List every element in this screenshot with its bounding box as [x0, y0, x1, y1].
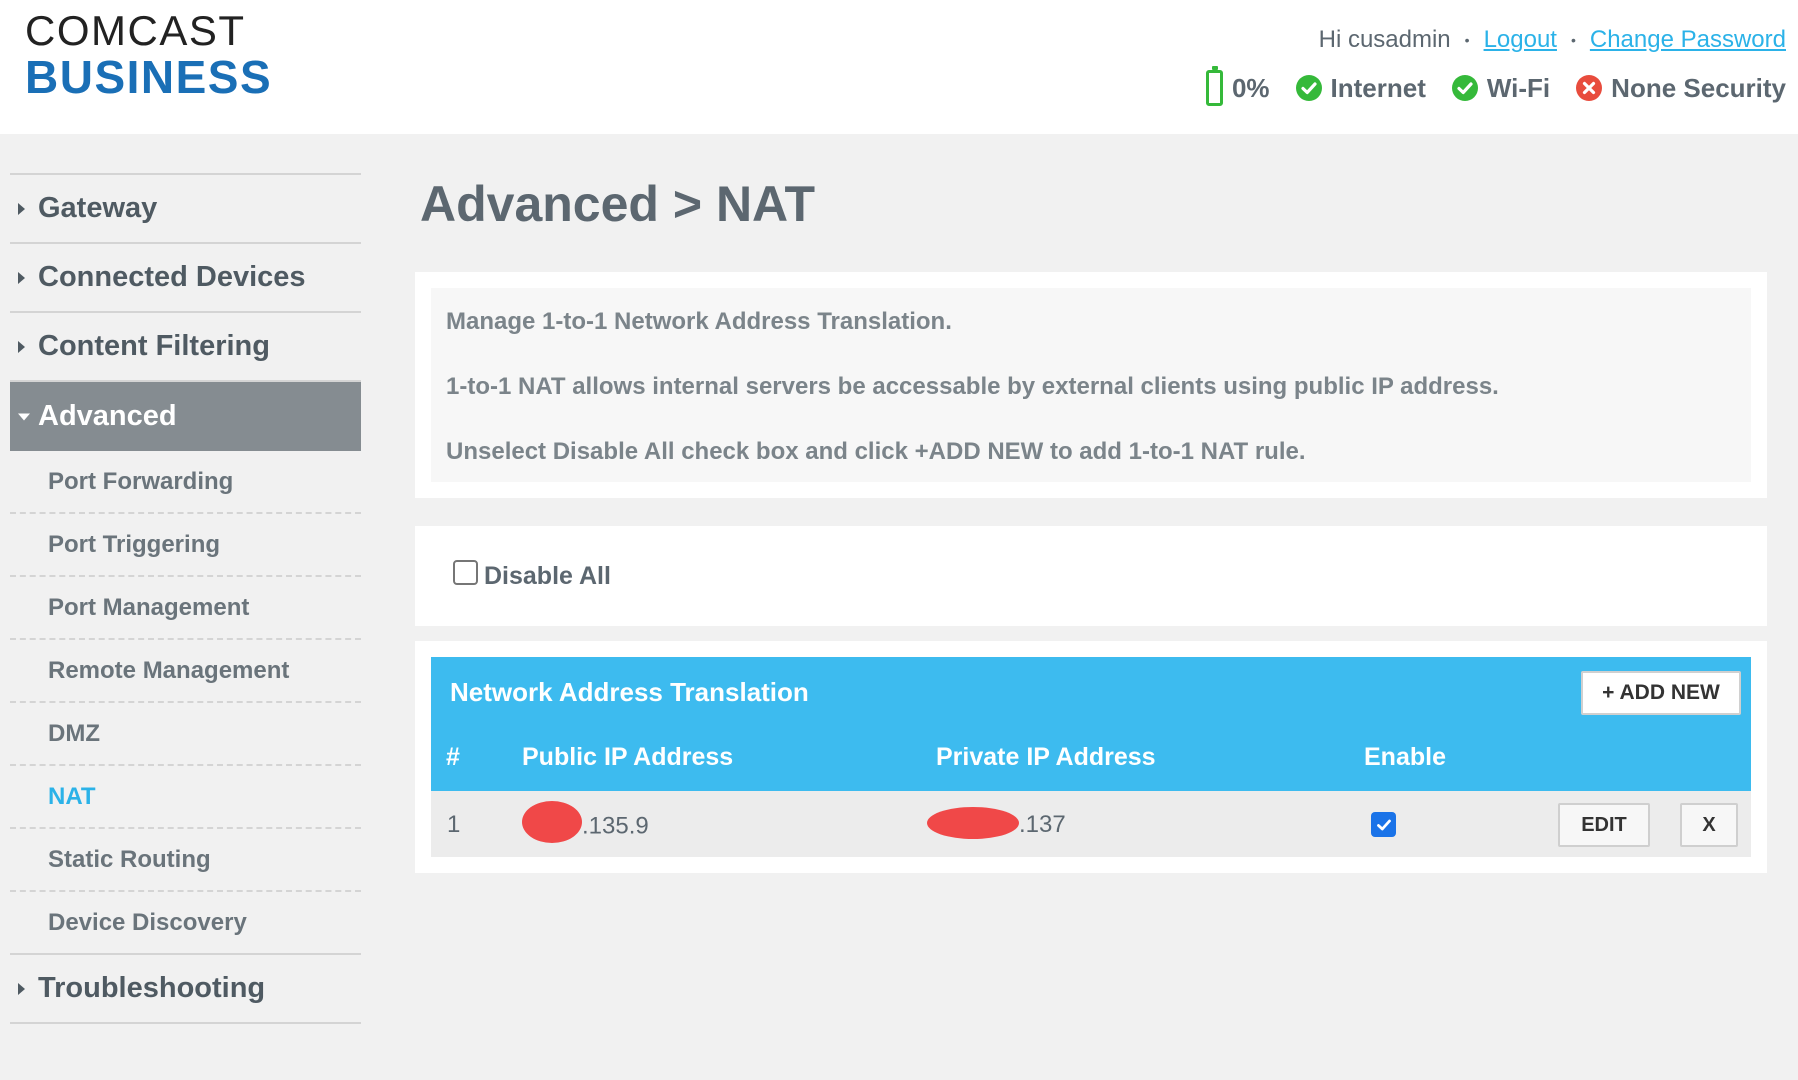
caret-down-icon	[18, 413, 30, 420]
redaction-mark	[927, 806, 1019, 839]
battery-status: 0%	[1205, 66, 1270, 106]
sidebar-item-troubleshooting[interactable]: Troubleshooting	[10, 955, 361, 1024]
page-title: Advanced > NAT	[420, 176, 815, 232]
sidebar-item-label: Gateway	[38, 192, 158, 224]
private-ip-cell: .137	[927, 806, 1066, 839]
internet-status: Internet	[1295, 72, 1426, 104]
sidebar-subitem-nat[interactable]: NAT	[10, 766, 361, 829]
error-circle-icon	[1576, 75, 1603, 101]
security-status: None Security	[1576, 73, 1786, 104]
user-bar: Hi cusadmin • Logout • Change Password	[1319, 26, 1786, 54]
column-header-private-ip: Private IP Address	[936, 743, 1156, 771]
column-header-number: #	[446, 743, 460, 771]
info-box: Manage 1-to-1 Network Address Translatio…	[431, 288, 1751, 482]
disable-all-panel: Disable All	[415, 526, 1767, 626]
info-text: Manage 1-to-1 Network Address Translatio…	[446, 308, 952, 335]
change-password-link[interactable]: Change Password	[1590, 26, 1786, 54]
sidebar-subitem-dmz[interactable]: DMZ	[10, 703, 361, 766]
greeting: Hi cusadmin	[1318, 26, 1451, 53]
nat-table: Network Address Translation + ADD NEW # …	[431, 657, 1751, 857]
wifi-label: Wi-Fi	[1486, 72, 1551, 103]
check-circle-icon	[1451, 75, 1478, 101]
caret-right-icon	[18, 202, 25, 215]
info-panel: Manage 1-to-1 Network Address Translatio…	[415, 272, 1767, 498]
enable-checkbox[interactable]	[1371, 812, 1396, 837]
sidebar-item-content-filtering[interactable]: Content Filtering	[10, 313, 361, 382]
column-header-enable: Enable	[1364, 743, 1446, 771]
disable-all-label[interactable]: Disable All	[484, 562, 611, 591]
table-header: Network Address Translation + ADD NEW # …	[431, 657, 1751, 789]
sidebar-subitem-port-triggering[interactable]: Port Triggering	[10, 514, 361, 577]
column-header-public-ip: Public IP Address	[522, 743, 734, 771]
caret-right-icon	[18, 982, 25, 995]
redaction-mark	[522, 801, 582, 843]
wifi-status: Wi-Fi	[1451, 72, 1551, 104]
separator-dot: •	[1570, 32, 1576, 48]
table-title: Network Address Translation	[450, 677, 809, 707]
public-ip-value: .135.9	[582, 812, 649, 840]
caret-right-icon	[18, 340, 25, 353]
sidebar-item-label: Troubleshooting	[38, 972, 266, 1004]
private-ip-value: .137	[1019, 811, 1066, 838]
info-text: Unselect Disable All check box and click…	[446, 438, 1306, 465]
delete-button[interactable]: X	[1680, 803, 1738, 847]
sidebar-item-label: Connected Devices	[38, 261, 306, 293]
disable-all-row: Disable All	[453, 560, 611, 591]
sidebar-item-label: Content Filtering	[38, 330, 270, 362]
sidebar-subitem-static-routing[interactable]: Static Routing	[10, 829, 361, 892]
sidebar-subitem-remote-management[interactable]: Remote Management	[10, 640, 361, 703]
separator-dot: •	[1464, 32, 1470, 48]
sidebar-subitem-port-forwarding[interactable]: Port Forwarding	[10, 451, 361, 514]
nat-table-panel: Network Address Translation + ADD NEW # …	[415, 641, 1767, 873]
battery-icon	[1205, 66, 1223, 106]
check-circle-icon	[1295, 75, 1322, 101]
sidebar-subitem-port-management[interactable]: Port Management	[10, 577, 361, 640]
table-row: 1 .135.9 .137 EDIT X	[431, 789, 1751, 857]
logout-link[interactable]: Logout	[1484, 26, 1557, 54]
add-new-button[interactable]: + ADD NEW	[1581, 671, 1741, 715]
header: COMCAST BUSINESS Hi cusadmin • Logout • …	[0, 0, 1798, 134]
status-bar: 0% Internet Wi-Fi None Security	[1180, 66, 1786, 106]
internet-label: Internet	[1330, 72, 1426, 103]
sidebar-item-connected-devices[interactable]: Connected Devices	[10, 244, 361, 313]
caret-right-icon	[18, 271, 25, 284]
sidebar-item-label: Advanced	[38, 400, 177, 432]
sidebar-nav: Gateway Connected Devices Content Filter…	[10, 173, 361, 1024]
sidebar-item-gateway[interactable]: Gateway	[10, 175, 361, 244]
comcast-business-logo[interactable]: COMCAST BUSINESS	[25, 7, 273, 103]
info-text: 1-to-1 NAT allows internal servers be ac…	[446, 373, 1499, 400]
security-label: None Security	[1611, 72, 1786, 103]
logo-line-business: BUSINESS	[25, 51, 273, 103]
sidebar-subitem-device-discovery[interactable]: Device Discovery	[10, 892, 361, 955]
public-ip-cell: .135.9	[522, 801, 649, 843]
battery-label: 0%	[1231, 72, 1270, 103]
edit-button[interactable]: EDIT	[1558, 803, 1650, 847]
sidebar-item-advanced[interactable]: Advanced	[10, 382, 361, 451]
logo-line-comcast: COMCAST	[25, 7, 246, 54]
row-number: 1	[447, 811, 461, 838]
disable-all-checkbox[interactable]	[453, 560, 478, 585]
